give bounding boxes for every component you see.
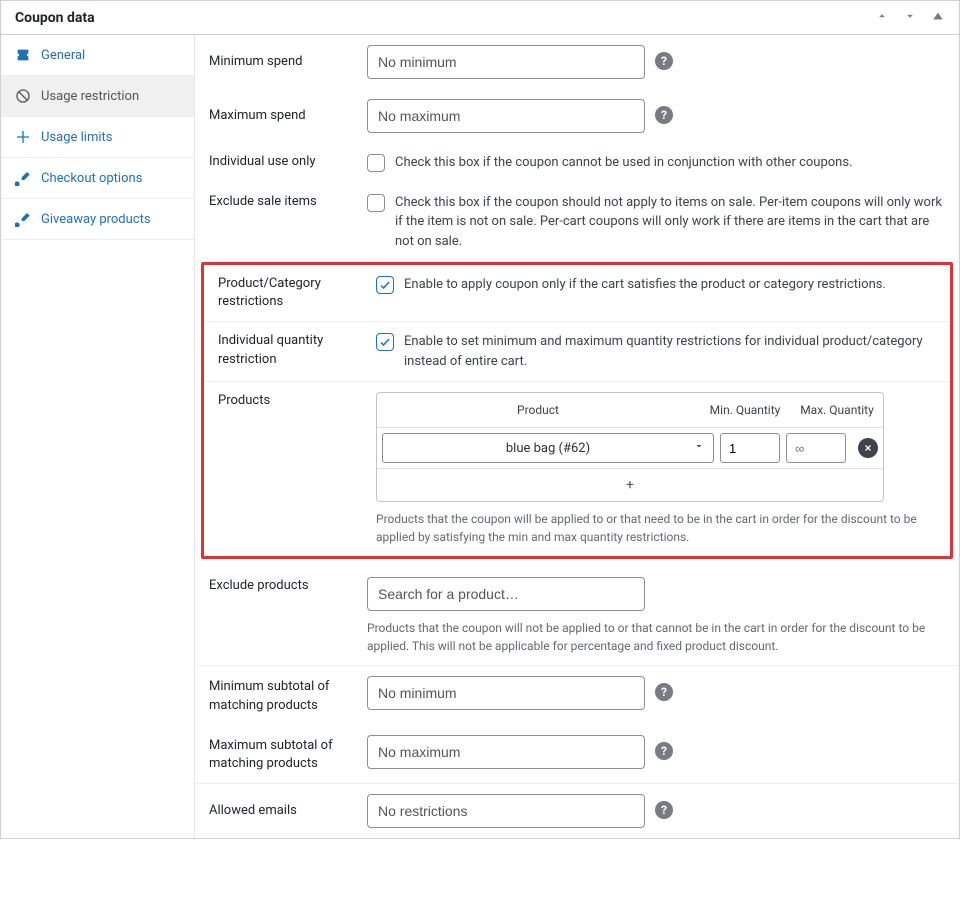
ban-icon — [15, 88, 31, 104]
desc-individual-use: Check this box if the coupon cannot be u… — [395, 153, 853, 173]
tab-label: Giveaway products — [41, 212, 151, 227]
chevron-up-icon[interactable] — [875, 9, 889, 26]
label-maximum-spend: Maximum spend — [209, 99, 347, 125]
label-product-category-restrictions: Product/Category restrictions — [218, 275, 356, 311]
input-max-subtotal[interactable] — [367, 735, 645, 769]
wrench-icon — [15, 170, 31, 186]
row-individual-use: Individual use only Check this box if th… — [195, 143, 959, 183]
collapse-triangle-icon[interactable] — [931, 9, 945, 26]
label-individual-quantity-restriction: Individual quantity restriction — [218, 332, 356, 368]
input-min-subtotal[interactable] — [367, 676, 645, 710]
label-min-subtotal: Minimum subtotal of matching products — [209, 676, 347, 714]
label-exclude-sale: Exclude sale items — [209, 193, 347, 211]
products-table-header: Product Min. Quantity Max. Quantity — [377, 393, 883, 428]
tab-giveaway-products[interactable]: Giveaway products — [1, 199, 194, 240]
checkbox-exclude-sale[interactable] — [367, 194, 385, 212]
checkbox-product-category-restrictions[interactable] — [376, 276, 394, 294]
label-allowed-emails: Allowed emails — [209, 794, 347, 820]
product-select-value: blue bag (#62) — [506, 441, 590, 456]
input-max-quantity[interactable] — [786, 433, 846, 463]
add-product-row-button[interactable]: + — [377, 469, 883, 501]
settings-content: Minimum spend ? Maximum spend ? Individu… — [195, 35, 959, 838]
label-products: Products — [218, 392, 356, 410]
checkbox-individual-use[interactable] — [367, 154, 385, 172]
coupon-tabs-sidebar: General Usage restriction Usage limits C… — [1, 35, 195, 838]
chevron-down-icon[interactable] — [903, 9, 917, 26]
help-icon[interactable]: ? — [655, 106, 673, 124]
desc-products: Products that the coupon will be applied… — [376, 510, 936, 546]
input-maximum-spend[interactable] — [367, 99, 645, 133]
highlighted-restriction-region: Product/Category restrictions Enable to … — [201, 262, 953, 559]
products-table: Product Min. Quantity Max. Quantity blue… — [376, 392, 884, 502]
label-exclude-products: Exclude products — [209, 577, 347, 595]
row-min-subtotal: Minimum subtotal of matching products ? — [195, 666, 959, 724]
checkbox-individual-quantity-restriction[interactable] — [376, 333, 394, 351]
tab-checkout-options[interactable]: Checkout options — [1, 158, 194, 199]
tab-usage-limits[interactable]: Usage limits — [1, 117, 194, 158]
row-product-category-restrictions: Product/Category restrictions Enable to … — [204, 265, 950, 322]
row-maximum-spend: Maximum spend ? — [195, 89, 959, 143]
label-minimum-spend: Minimum spend — [209, 45, 347, 71]
chevron-down-icon — [693, 440, 705, 456]
row-exclude-sale: Exclude sale items Check this box if the… — [195, 183, 959, 263]
input-min-quantity[interactable] — [720, 433, 780, 463]
sliders-icon — [15, 129, 31, 145]
input-exclude-products[interactable] — [367, 577, 645, 611]
col-product: Product — [377, 399, 699, 421]
input-minimum-spend[interactable] — [367, 45, 645, 79]
remove-row-button[interactable] — [858, 438, 878, 458]
tab-label: Usage limits — [41, 130, 112, 145]
product-select[interactable]: blue bag (#62) — [382, 433, 714, 463]
row-exclude-products: Exclude products Products that the coupo… — [195, 559, 959, 666]
desc-exclude-products: Products that the coupon will not be app… — [367, 619, 927, 655]
row-individual-quantity-restriction: Individual quantity restriction Enable t… — [204, 322, 950, 382]
products-table-row: blue bag (#62) — [377, 428, 883, 469]
row-minimum-spend: Minimum spend ? — [195, 35, 959, 89]
row-allowed-emails: Allowed emails ? — [195, 784, 959, 838]
desc-product-category-restrictions: Enable to apply coupon only if the cart … — [404, 275, 886, 295]
panel-title: Coupon data — [15, 10, 95, 26]
help-icon[interactable]: ? — [655, 52, 673, 70]
desc-exclude-sale: Check this box if the coupon should not … — [395, 193, 945, 252]
ticket-icon — [15, 47, 31, 63]
label-individual-use: Individual use only — [209, 153, 347, 171]
panel-header: Coupon data — [1, 1, 959, 35]
wrench-icon — [15, 211, 31, 227]
tab-usage-restriction[interactable]: Usage restriction — [1, 76, 194, 117]
desc-individual-quantity-restriction: Enable to set minimum and maximum quanti… — [404, 332, 936, 371]
tab-label: General — [41, 48, 85, 63]
panel-header-actions — [875, 9, 945, 26]
help-icon[interactable]: ? — [655, 801, 673, 819]
coupon-data-panel: Coupon data General Usage restriction — [0, 0, 960, 839]
tab-label: Checkout options — [41, 171, 142, 186]
row-products: Products Product Min. Quantity Max. Quan… — [204, 382, 950, 556]
help-icon[interactable]: ? — [655, 683, 673, 701]
help-icon[interactable]: ? — [655, 742, 673, 760]
row-max-subtotal: Maximum subtotal of matching products ? — [195, 725, 959, 784]
input-allowed-emails[interactable] — [367, 794, 645, 828]
label-max-subtotal: Maximum subtotal of matching products — [209, 735, 347, 773]
tab-label: Usage restriction — [41, 89, 139, 104]
tab-general[interactable]: General — [1, 35, 194, 76]
col-max-quantity: Max. Quantity — [791, 399, 883, 421]
col-min-quantity: Min. Quantity — [699, 399, 791, 421]
